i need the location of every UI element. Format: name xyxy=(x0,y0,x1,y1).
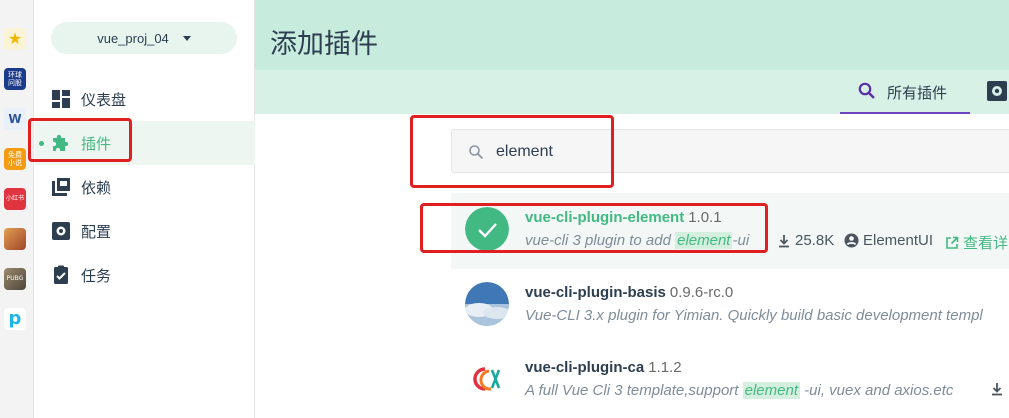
annotation-box xyxy=(420,203,768,253)
app-p-icon[interactable]: p xyxy=(4,308,26,330)
search-icon xyxy=(858,82,875,99)
task-icon xyxy=(54,265,68,284)
game-app-1-icon[interactable] xyxy=(4,228,26,250)
plugin-name: vue-cli-plugin-basis 0.9.6-rc.0 xyxy=(525,284,733,301)
plugin-author: ElementUI xyxy=(844,232,933,249)
user-icon xyxy=(844,233,859,248)
plugin-logo xyxy=(465,357,509,401)
app-dock: ★ 环球 问股 W 免费 小说 小红书 PUBG p xyxy=(0,0,34,418)
gear-icon[interactable] xyxy=(986,80,1008,102)
tab-all-plugins[interactable]: 所有插件 xyxy=(840,70,970,114)
download-icon xyxy=(992,383,1002,396)
app-2-icon[interactable]: 环球 问股 xyxy=(4,68,26,90)
download-icon xyxy=(779,234,789,247)
plugin-downloads: 25.8K xyxy=(777,232,834,249)
sidebar-item-label: 依赖 xyxy=(81,179,112,197)
external-link-icon xyxy=(946,236,959,249)
plugin-downloads xyxy=(990,382,1008,396)
plugin-details-link[interactable]: 查看详 xyxy=(945,232,1008,253)
download-count: 25.8K xyxy=(795,232,835,249)
word-app-icon[interactable]: W xyxy=(4,108,26,130)
project-name: vue_proj_04 xyxy=(97,30,169,46)
desc-text: A full Vue Cli 3 template,support xyxy=(525,382,743,399)
plugin-name: vue-cli-plugin-ca 1.1.2 xyxy=(525,359,682,376)
plugin-version: 0.9.6-rc.0 xyxy=(669,284,734,301)
plugin-logo xyxy=(465,282,509,326)
plugin-description: A full Vue Cli 3 template,support elemen… xyxy=(525,382,953,399)
xiaohongshu-app-icon[interactable]: 小红书 xyxy=(4,188,26,210)
page-title: 添加插件 xyxy=(270,29,378,59)
tab-label: 所有插件 xyxy=(887,85,948,102)
game-app-2-icon[interactable]: PUBG xyxy=(4,268,26,290)
chevron-down-icon xyxy=(182,35,191,41)
sidebar-item-label: 配置 xyxy=(81,223,112,241)
desc-match: element xyxy=(742,382,800,399)
sidebar-item-dashboard[interactable]: 仪表盘 xyxy=(35,77,255,121)
annotation-box xyxy=(410,115,614,188)
sidebar-item-label: 仪表盘 xyxy=(81,91,127,109)
plugin-name-text: vue-cli-plugin-ca xyxy=(525,359,645,376)
novel-app-icon[interactable]: 免费 小说 xyxy=(4,148,26,170)
plugin-version: 1.1.2 xyxy=(648,359,682,376)
dashboard-icon xyxy=(52,90,70,108)
sidebar-item-tasks[interactable]: 任务 xyxy=(35,253,255,297)
author-name: ElementUI xyxy=(863,232,934,249)
sidebar-item-dependencies[interactable]: 依赖 xyxy=(35,165,255,209)
library-icon xyxy=(52,178,70,196)
plugin-result-basis[interactable]: vue-cli-plugin-basis 0.9.6-rc.0 Vue-CLI 3… xyxy=(451,268,1009,344)
plugin-name-text: vue-cli-plugin-basis xyxy=(525,284,666,301)
annotation-box xyxy=(28,118,132,162)
plugin-description: Vue-CLI 3.x plugin for Yimian. Quickly b… xyxy=(525,307,983,324)
sidebar-item-label: 任务 xyxy=(81,267,112,285)
star-app-icon[interactable]: ★ xyxy=(4,28,26,50)
project-select[interactable]: vue_proj_04 xyxy=(51,22,237,54)
sidebar: vue_proj_04 仪表盘 插件 依赖 配置 任务 xyxy=(35,0,255,418)
app-window: ★ 环球 问股 W 免费 小说 小红书 PUBG p vue_proj_04 仪表盘… xyxy=(0,0,1009,418)
gear-icon xyxy=(52,222,70,240)
plugin-result-ca[interactable]: vue-cli-plugin-ca 1.1.2 A full Vue Cli 3 … xyxy=(451,343,1009,418)
details-link-text[interactable]: 查看详 xyxy=(963,232,1008,253)
tab-bar: 所有插件 xyxy=(255,70,1009,114)
desc-text: -ui, vuex and axios.etc xyxy=(800,382,954,399)
page-header: 添加插件 xyxy=(255,0,1009,70)
sidebar-item-configuration[interactable]: 配置 xyxy=(35,209,255,253)
